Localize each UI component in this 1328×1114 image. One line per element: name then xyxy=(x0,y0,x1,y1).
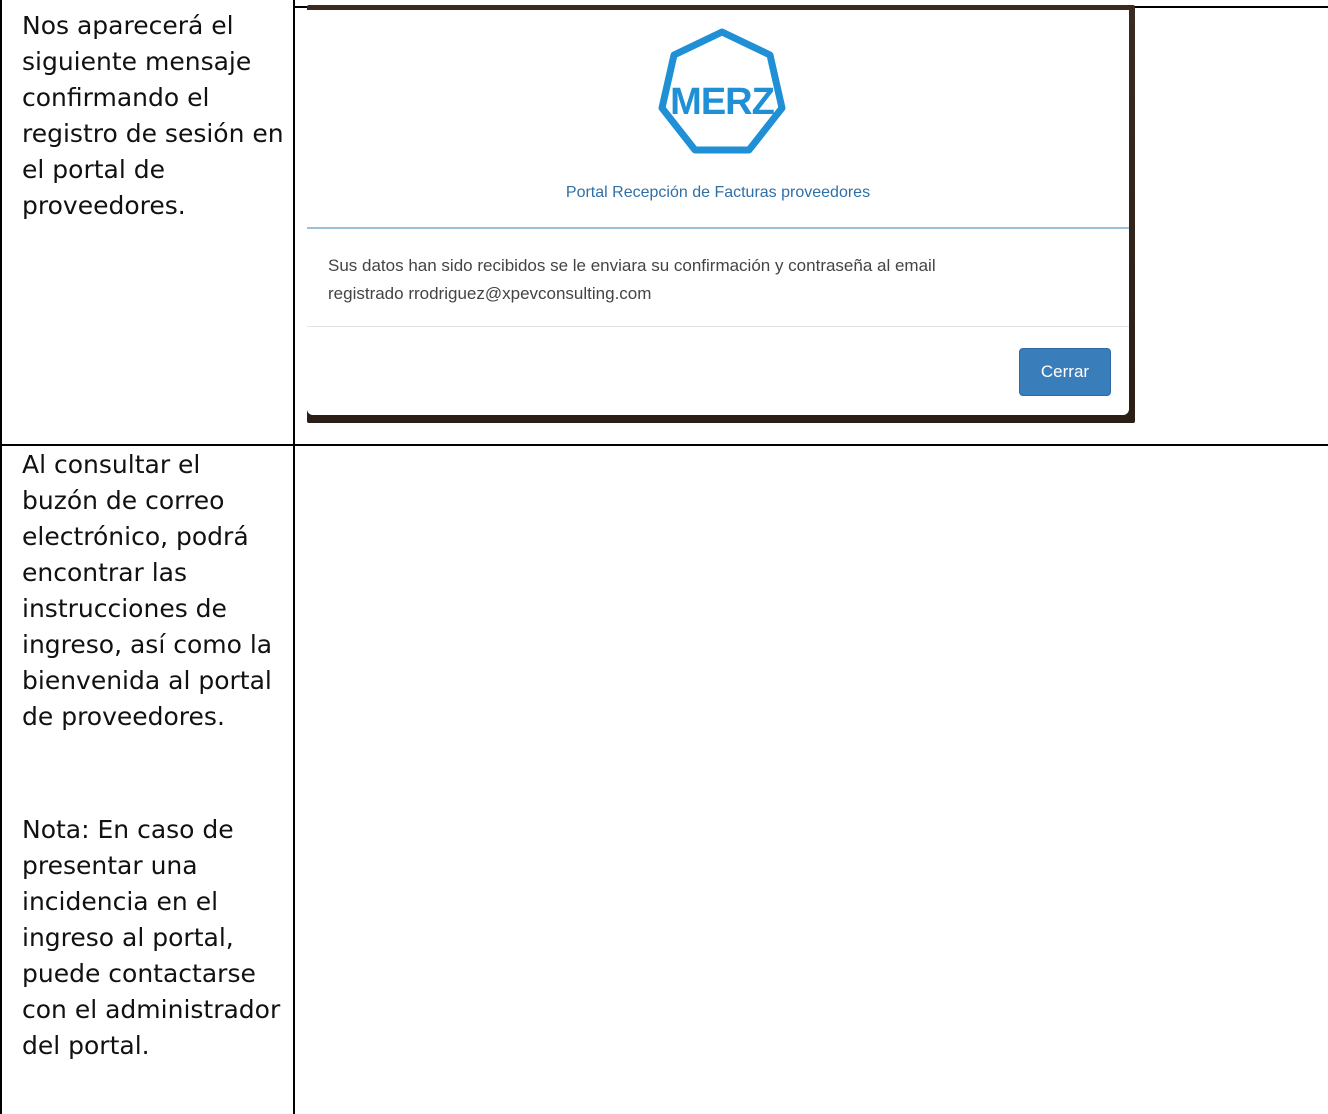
dialog-header-divider xyxy=(307,227,1129,229)
table-column-divider xyxy=(293,0,295,1114)
dialog-footer-divider xyxy=(307,326,1129,327)
dialog-message-line1: Sus datos han sido recibidos se le envia… xyxy=(328,256,936,275)
row1-description: Nos aparecerá el siguiente mensaje confi… xyxy=(22,11,284,220)
dialog-message-line2: registrado rrodriguez@xpevconsulting.com xyxy=(328,284,652,303)
confirmation-dialog: MERZ Portal Recepción de Facturas provee… xyxy=(307,10,1129,415)
table-row-divider xyxy=(0,444,1328,446)
row2-note: Nota: En caso de presentar una incidenci… xyxy=(22,815,281,1060)
table-left-border xyxy=(0,0,2,1114)
merz-logo: MERZ xyxy=(652,26,792,176)
portal-title: Portal Recepción de Facturas proveedores xyxy=(565,184,871,201)
dialog-message: Sus datos han sido recibidos se le envia… xyxy=(328,252,1098,308)
row2-description: Al consultar el buzón de correo electrón… xyxy=(22,450,273,731)
close-button[interactable]: Cerrar xyxy=(1019,348,1111,396)
logo-text: MERZ xyxy=(670,81,774,123)
